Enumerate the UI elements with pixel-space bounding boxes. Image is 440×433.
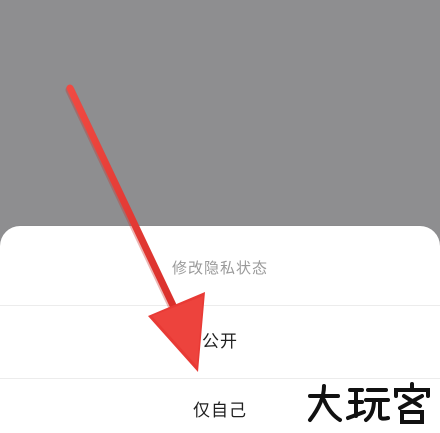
screen: 修改隐私状态 公开 仅自己	[0, 0, 440, 433]
option-only-me[interactable]: 仅自己	[0, 379, 440, 433]
sheet-title: 修改隐私状态	[171, 259, 268, 277]
option-public[interactable]: 公开	[0, 306, 440, 378]
